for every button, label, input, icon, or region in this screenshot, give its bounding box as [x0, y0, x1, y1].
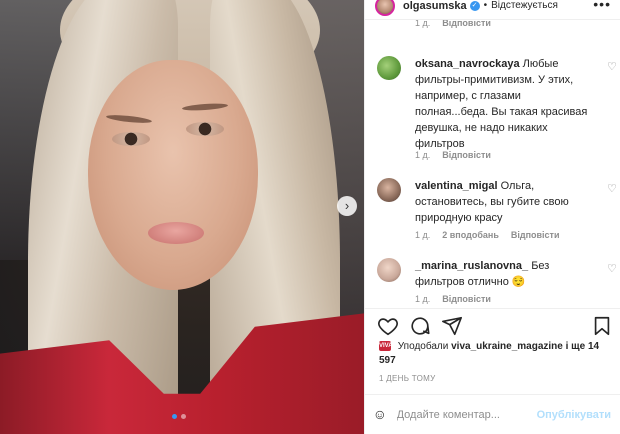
post-photo[interactable]: ›: [0, 0, 364, 434]
heart-icon[interactable]: [377, 315, 399, 337]
header-separator: •: [483, 0, 488, 11]
comment-body: oksana_navrockaya Любые фильтры-примитив…: [415, 56, 595, 152]
comment-age: 1 д.: [415, 150, 431, 160]
carousel-dots: [172, 414, 186, 419]
reply-button[interactable]: Відповісти: [442, 20, 491, 28]
add-comment-bar: Опублікувати: [365, 394, 620, 434]
comments-list[interactable]: 1 д. Відповісти oksana_navrockaya Любые …: [365, 20, 620, 308]
emoji-icon[interactable]: [375, 405, 385, 425]
reply-button[interactable]: Відповісти: [442, 294, 491, 304]
heart-icon[interactable]: ♡: [607, 184, 617, 195]
liker-username[interactable]: viva_ukraine_magazine: [451, 341, 563, 352]
bookmark-icon[interactable]: [591, 315, 613, 337]
comment-body: valentina_migal Ольга, остановитесь, вы …: [415, 178, 595, 226]
comment-input[interactable]: [396, 408, 537, 421]
author-username[interactable]: olgasumska: [403, 0, 467, 12]
comment-meta: 1 д. 2 вподобань Відповісти: [415, 230, 560, 240]
post-side-panel: olgasumska ✓ • Відстежується ••• 1 д. Ві…: [364, 0, 620, 434]
comment-icon[interactable]: [409, 315, 431, 337]
verified-icon: ✓: [469, 0, 480, 11]
carousel-dot: [181, 414, 186, 419]
likes-summary: VIVA! Уподобали viva_ukraine_magazine і …: [379, 340, 609, 368]
comment-text: Любые фильтры-примитивизм. У этих, напри…: [415, 58, 588, 150]
reply-button[interactable]: Відповісти: [511, 230, 560, 240]
author-avatar[interactable]: [375, 0, 395, 16]
carousel-dot-active: [172, 414, 177, 419]
likes-prefix: Уподобали: [397, 341, 449, 352]
next-photo-button[interactable]: ›: [337, 196, 357, 216]
chevron-right-icon: ›: [344, 198, 350, 213]
share-icon[interactable]: [441, 315, 463, 337]
photo-eye-right: [186, 122, 224, 136]
comment-username[interactable]: valentina_migal: [415, 180, 498, 192]
heart-icon[interactable]: ♡: [607, 264, 617, 275]
photo-face: [88, 60, 258, 290]
comment-avatar[interactable]: [377, 178, 401, 202]
liker-avatar[interactable]: VIVA!: [379, 341, 395, 352]
comment-avatar[interactable]: [377, 56, 401, 80]
more-options-icon[interactable]: •••: [593, 0, 611, 12]
comment-meta: 1 д. Відповісти: [415, 294, 491, 304]
comment-meta: 1 д. Відповісти: [415, 150, 491, 160]
reply-button[interactable]: Відповісти: [442, 150, 491, 160]
post-action-bar: [365, 308, 620, 342]
post-timestamp[interactable]: 1 ДЕНЬ ТОМУ: [379, 374, 435, 383]
likes-count[interactable]: 2 вподобань: [442, 230, 499, 240]
follow-state-button[interactable]: Відстежується: [491, 0, 558, 11]
heart-icon[interactable]: ♡: [607, 62, 617, 73]
comment-age: 1 д.: [415, 294, 431, 304]
comment-avatar[interactable]: [377, 258, 401, 282]
publish-button[interactable]: Опублікувати: [537, 409, 611, 421]
photo-lips: [148, 222, 204, 244]
comment-username[interactable]: oksana_navrockaya: [415, 58, 520, 70]
comment-body: _marina_ruslanovna_ Без фильтров отлично…: [415, 258, 595, 290]
comment-age: 1 д.: [415, 20, 431, 28]
photo-eye-left: [112, 132, 150, 146]
comment-age: 1 д.: [415, 230, 431, 240]
post-header: olgasumska ✓ • Відстежується •••: [365, 0, 620, 20]
comment-username[interactable]: _marina_ruslanovna_: [415, 260, 528, 272]
